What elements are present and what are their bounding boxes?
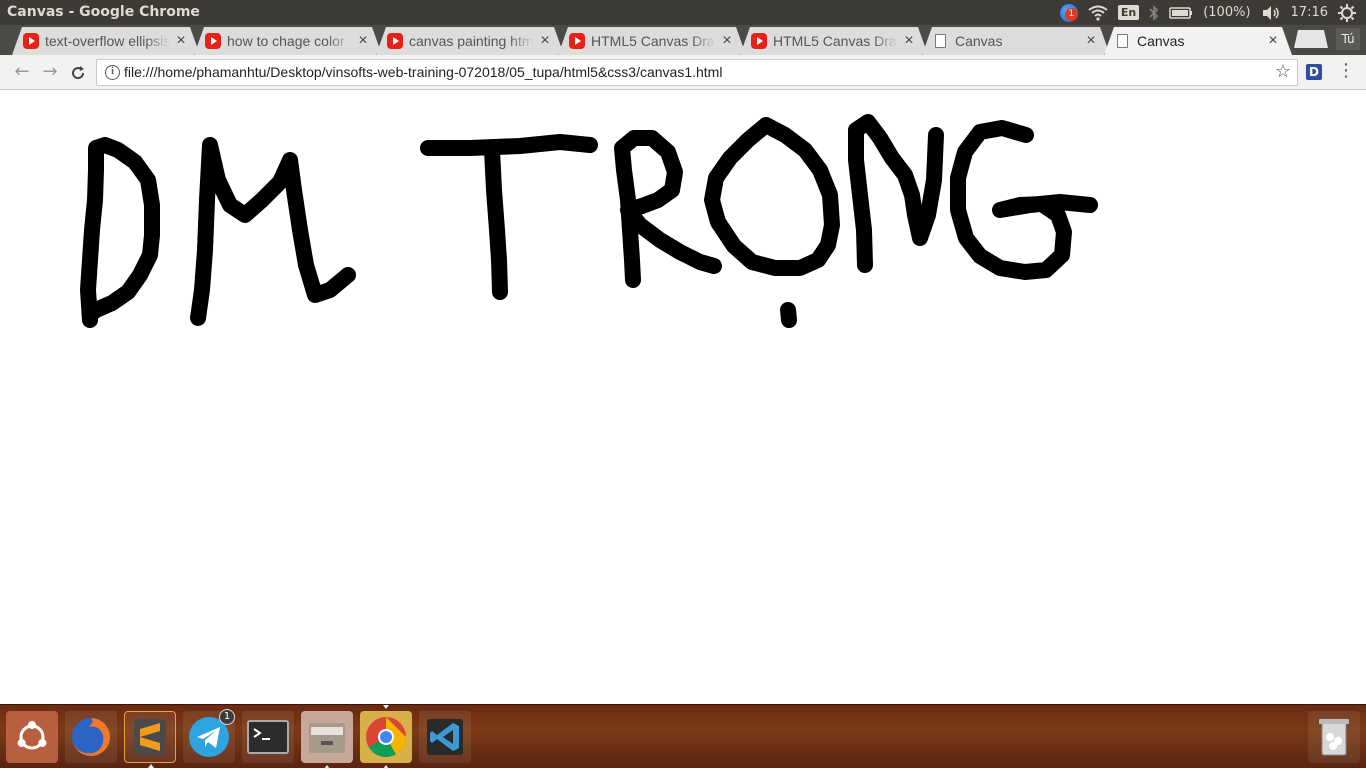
tab-close-icon[interactable]: ×	[716, 32, 738, 50]
notification-badge: 1	[1064, 7, 1078, 21]
tab-title: text-overflow ellipsis	[45, 33, 170, 49]
volume-icon[interactable]	[1261, 5, 1281, 21]
freehand-drawing[interactable]	[0, 90, 1366, 704]
vscode-icon[interactable]	[419, 711, 471, 763]
stroke-letter-g	[950, 120, 1098, 280]
files-icon[interactable]	[301, 711, 353, 769]
stroke-letter-m	[190, 137, 356, 326]
tab-title: canvas painting html	[409, 33, 534, 49]
system-top-bar: Canvas - Google Chrome 1 En (100%) 17:16	[0, 0, 1366, 25]
tab-close-icon[interactable]: ×	[534, 32, 556, 50]
address-bar[interactable]: i file:///home/phamanhtu/Desktop/vinsoft…	[96, 59, 1298, 86]
tab-strip: text-overflow ellipsis × how to chage co…	[0, 25, 1366, 55]
document-icon	[1117, 34, 1128, 48]
tab[interactable]: HTML5 Canvas Drawing ×	[740, 27, 928, 55]
telegram-icon[interactable]: 1	[183, 709, 235, 763]
launcher-dock: 1	[0, 704, 1366, 769]
chrome-menu-icon[interactable]: ⋮	[1337, 61, 1355, 83]
new-tab-button[interactable]	[1294, 30, 1328, 48]
extension-d-icon[interactable]: D	[1306, 64, 1322, 80]
system-tray: 1 En (100%) 17:16	[1059, 0, 1366, 25]
youtube-icon	[569, 33, 585, 49]
tab-close-icon[interactable]: ×	[352, 32, 374, 50]
tab[interactable]: canvas painting html ×	[376, 27, 564, 55]
forward-arrow-icon[interactable]: →	[38, 61, 62, 85]
tab-close-icon[interactable]: ×	[1080, 32, 1102, 50]
stroke-letter-t-top	[420, 134, 598, 156]
stroke-dot	[780, 302, 797, 328]
trash-icon[interactable]	[1308, 711, 1360, 763]
tab-title: Canvas	[955, 33, 1003, 49]
stroke-letter-o	[704, 117, 840, 276]
reload-icon[interactable]	[66, 61, 90, 85]
tab-title: HTML5 Canvas Drawing	[591, 33, 715, 49]
wifi-icon[interactable]	[1088, 5, 1108, 21]
tab[interactable]: text-overflow ellipsis ×	[12, 27, 200, 55]
chrome-icon[interactable]	[360, 705, 412, 769]
info-icon[interactable]: i	[105, 65, 120, 80]
url-text[interactable]: file:///home/phamanhtu/Desktop/vinsofts-…	[124, 64, 722, 80]
stroke-letter-t-stem	[484, 142, 508, 300]
youtube-icon	[387, 33, 403, 49]
tab[interactable]: how to chage color ×	[194, 27, 382, 55]
telegram-badge: 1	[219, 709, 235, 725]
tab[interactable]: HTML5 Canvas Drawing ×	[558, 27, 746, 55]
battery-percentage: (100%)	[1203, 5, 1251, 20]
stroke-letter-n	[848, 114, 944, 273]
keyboard-layout-indicator[interactable]: En	[1117, 5, 1140, 20]
tab-title: HTML5 Canvas Drawing	[773, 33, 897, 49]
stroke-letter-r	[614, 130, 722, 288]
ubuntu-dash-icon[interactable]	[6, 711, 58, 763]
youtube-icon	[205, 33, 221, 49]
youtube-icon	[751, 33, 767, 49]
browser-toolbar: ← → i file:///home/phamanhtu/Desktop/vin…	[0, 55, 1366, 90]
window-title: Canvas - Google Chrome	[7, 4, 200, 20]
firefox-icon[interactable]	[65, 711, 117, 763]
back-arrow-icon[interactable]: ←	[10, 61, 34, 85]
tab[interactable]: Canvas ×	[922, 27, 1110, 55]
sublime-text-icon[interactable]	[124, 711, 176, 768]
stroke-letter-d	[80, 137, 160, 328]
terminal-icon[interactable]	[242, 711, 294, 763]
profile-button[interactable]: Tú	[1336, 28, 1360, 50]
youtube-icon	[23, 33, 39, 49]
tab-active[interactable]: Canvas ×	[1104, 27, 1292, 55]
tab-title: how to chage color	[227, 33, 345, 49]
notification-icon[interactable]: 1	[1059, 3, 1078, 22]
bookmark-star-icon[interactable]: ☆	[1275, 61, 1291, 82]
bluetooth-icon[interactable]	[1149, 4, 1159, 21]
battery-icon[interactable]	[1169, 6, 1193, 20]
tab-close-icon[interactable]: ×	[1262, 32, 1284, 50]
tab-title: Canvas	[1137, 33, 1185, 49]
tab-close-icon[interactable]: ×	[170, 32, 192, 50]
tab-close-icon[interactable]: ×	[898, 32, 920, 50]
document-icon	[935, 34, 946, 48]
drawing-canvas[interactable]	[0, 90, 1366, 704]
system-gear-icon[interactable]	[1338, 3, 1356, 22]
clock[interactable]: 17:16	[1291, 5, 1328, 20]
